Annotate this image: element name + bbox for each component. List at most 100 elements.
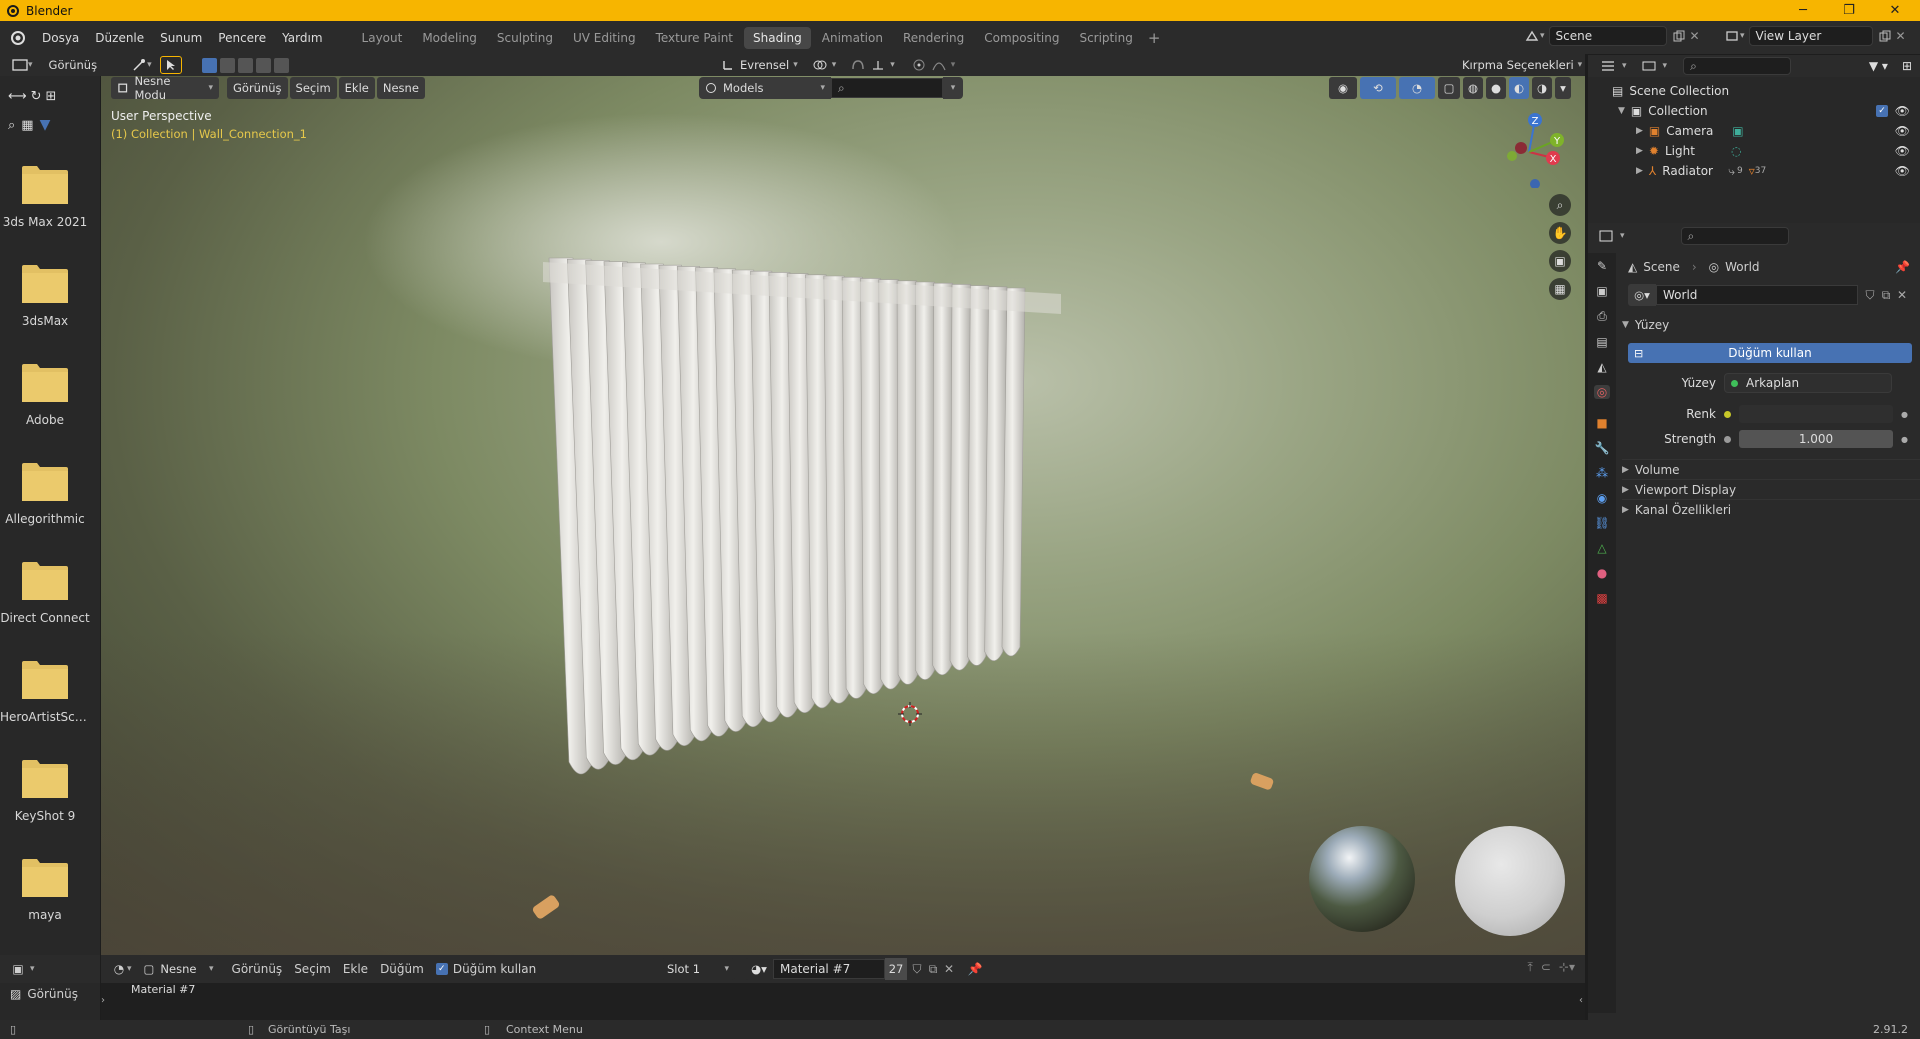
outliner-row-scene-collection[interactable]: ▤ Scene Collection	[1588, 81, 1920, 101]
world-browse-icon[interactable]: ◎▾	[1628, 284, 1656, 306]
search-options-icon[interactable]: ▾	[943, 77, 963, 99]
pivot-icon[interactable]	[812, 57, 828, 73]
overlay-toggle-icon[interactable]: ◔	[1399, 77, 1435, 99]
collection-dropdown[interactable]: Models ▾	[699, 77, 831, 99]
editor-type-viewport-icon[interactable]	[12, 57, 28, 73]
xray-toggle-icon[interactable]: ▢	[1438, 77, 1460, 99]
texture-tab-icon[interactable]: ▩	[1596, 591, 1607, 605]
eye-icon[interactable]: 👁	[1895, 144, 1910, 158]
scene-icon[interactable]	[1524, 28, 1540, 44]
menu-item-1[interactable]: Düzenle	[87, 31, 152, 45]
delete-scene-icon[interactable]: ✕	[1687, 28, 1703, 44]
material-preview-shading-icon[interactable]: ◐	[1509, 77, 1529, 99]
surface-panel-header[interactable]: ▼ Yüzey	[1622, 315, 1920, 335]
wireframe-shading-icon[interactable]: ◍	[1463, 77, 1483, 99]
shader-type-dropdown[interactable]: ▢ Nesne ▾	[137, 958, 220, 980]
view-layer-icon[interactable]	[1724, 28, 1740, 44]
filter-icon[interactable]: ▼	[40, 117, 51, 133]
material-users-count[interactable]: 27	[885, 958, 907, 980]
tab-texture-paint[interactable]: Texture Paint	[647, 27, 742, 49]
panel-kanal-özellikleri[interactable]: ▶ Kanal Özellikleri	[1622, 499, 1920, 519]
camera-view-icon[interactable]: ▣	[1549, 250, 1571, 272]
falloff-icon[interactable]	[931, 57, 947, 73]
node-editor-menu-item[interactable]: Görünüş	[232, 962, 283, 976]
maximize-button[interactable]: ❐	[1826, 0, 1872, 21]
slot-dropdown[interactable]: Slot 1 ▾	[661, 958, 735, 980]
folder-item[interactable]: 3ds Max 2021	[0, 165, 90, 229]
exclude-checkbox[interactable]: ✓	[1876, 105, 1888, 117]
select-tool-icon[interactable]	[159, 56, 182, 74]
fake-user-icon[interactable]: ⛉	[1862, 287, 1878, 303]
solid-shading-icon[interactable]: ●	[1486, 77, 1506, 99]
outliner-row-collection[interactable]: ▼ ▣ Collection ✓ 👁	[1588, 101, 1920, 121]
outliner-editor-icon[interactable]	[1600, 58, 1616, 74]
light-data-icon[interactable]: ◌	[1731, 144, 1741, 158]
parent-node-tree-icon[interactable]: ⤒	[1528, 960, 1533, 975]
proportional-edit-icon[interactable]	[911, 57, 927, 73]
select-intersect-icon[interactable]	[273, 57, 289, 73]
node-editor-type-icon[interactable]: ◔	[111, 961, 127, 977]
expand-arrow-icon[interactable]: ▶	[1636, 126, 1643, 136]
node-canvas[interactable]: Material #7 › ‹	[101, 983, 1585, 1020]
refresh-icon[interactable]: ↻	[31, 89, 42, 104]
snap-icon[interactable]	[850, 57, 866, 73]
node-editor-menu-item[interactable]: Düğüm	[380, 962, 424, 976]
material-tab-icon[interactable]: ●	[1597, 566, 1607, 580]
rendered-shading-icon[interactable]: ◑	[1532, 77, 1552, 99]
snap-node-icon[interactable]: ⊂	[1541, 960, 1551, 975]
folder-item[interactable]: Allegorithmic	[0, 462, 90, 526]
folder-item[interactable]: HeroArtistScr...	[0, 660, 90, 724]
pin-icon[interactable]: 📌	[1895, 260, 1910, 274]
surface-shader-field[interactable]: Arkaplan	[1724, 373, 1892, 393]
unlink-material-icon[interactable]: ✕	[941, 961, 957, 977]
eye-icon[interactable]: 👁	[1895, 124, 1910, 138]
node-editor-menu-item[interactable]: Seçim	[294, 962, 331, 976]
clipping-options-dropdown[interactable]: Kırpma Seçenekleri	[1462, 58, 1574, 72]
navigation-gizmo[interactable]: Z X Y	[1495, 110, 1579, 188]
viewport-menu-item[interactable]: Ekle	[338, 77, 375, 99]
toolbar-expand-icon[interactable]: ›	[101, 995, 105, 1006]
tab-animation[interactable]: Animation	[813, 27, 892, 49]
children-icon[interactable]: ⤷	[1728, 164, 1735, 179]
camera-data-icon[interactable]: ▣	[1732, 124, 1743, 138]
scene-selector[interactable]: Scene	[1548, 26, 1667, 46]
menu-item-3[interactable]: Pencere	[210, 31, 274, 45]
tab-scripting[interactable]: Scripting	[1070, 27, 1141, 49]
display-mode-icon[interactable]	[1641, 58, 1657, 74]
pin-icon[interactable]: 📌	[967, 961, 983, 977]
search-icon[interactable]: ⌕	[8, 118, 15, 133]
tab-compositing[interactable]: Compositing	[975, 27, 1068, 49]
viewport-menu-item[interactable]: Görünüş	[227, 77, 288, 99]
scene-tab-icon[interactable]: ◭	[1597, 360, 1606, 374]
eye-icon[interactable]: 👁	[1895, 104, 1910, 118]
outliner-row-camera[interactable]: ▶ ▣ Camera ▣ 👁	[1588, 121, 1920, 141]
tab-sculpting[interactable]: Sculpting	[488, 27, 562, 49]
viewport-search-input[interactable]: ⌕	[831, 78, 943, 98]
world-tab-icon[interactable]: ◎	[1593, 385, 1611, 399]
select-extend-icon[interactable]	[219, 57, 235, 73]
material-browse-icon[interactable]: ◕▾	[745, 958, 773, 980]
editor-type-icon[interactable]: ▣	[10, 961, 26, 977]
back-arrow-icon[interactable]: ⟷	[8, 89, 27, 104]
panel-viewport-display[interactable]: ▶ Viewport Display	[1622, 479, 1920, 499]
data-tab-icon[interactable]: △	[1597, 541, 1606, 555]
folder-item[interactable]: Direct Connect	[0, 561, 90, 625]
menu-item-4[interactable]: Yardım	[274, 31, 330, 45]
output-tab-icon[interactable]: ⎙	[1597, 309, 1607, 324]
tab-layout[interactable]: Layout	[353, 27, 412, 49]
modifier-tab-icon[interactable]: 🔧	[1595, 441, 1610, 455]
sidebar-expand-icon[interactable]: ‹	[1579, 995, 1583, 1006]
eye-icon[interactable]: 👁	[1895, 164, 1910, 178]
select-subtract-icon[interactable]	[237, 57, 253, 73]
gizmo-toggle-icon[interactable]: ⟲	[1360, 77, 1396, 99]
tab-shading[interactable]: Shading	[744, 26, 811, 49]
view-layer-tab-icon[interactable]: ▤	[1596, 335, 1607, 349]
folder-item[interactable]: KeyShot 9	[0, 759, 90, 823]
use-nodes-button[interactable]: ⊟ Düğüm kullan	[1628, 343, 1912, 363]
outliner-filter-icon[interactable]: ▼ ▾	[1869, 59, 1888, 73]
physics-tab-icon[interactable]: ◉	[1597, 491, 1607, 505]
select-new-icon[interactable]	[201, 57, 217, 73]
radiator-model[interactable]	[521, 222, 1301, 942]
material-name-field[interactable]: Material #7	[773, 959, 885, 979]
new-collection-icon[interactable]: ⊞	[1902, 59, 1912, 73]
